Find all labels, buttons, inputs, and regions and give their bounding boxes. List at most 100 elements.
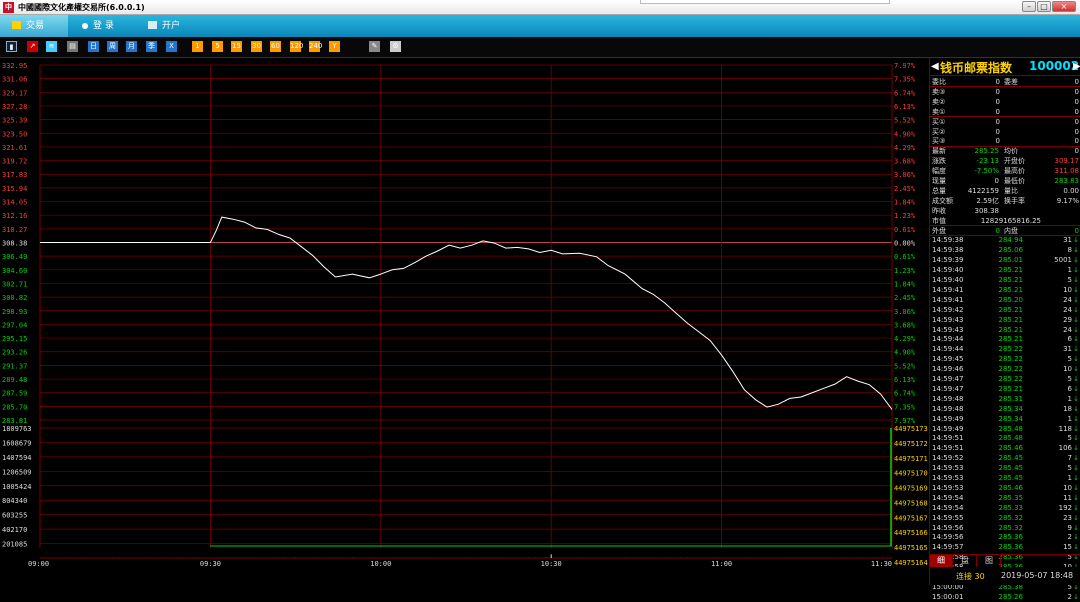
tick-time: 14:59:47 xyxy=(932,384,964,393)
stat-value-2: 309.17 xyxy=(1054,157,1080,166)
close-button[interactable]: × xyxy=(1052,1,1076,12)
tick-volume: 1 xyxy=(1067,414,1072,423)
tick-volume: 1 xyxy=(1067,394,1072,403)
tick-volume: 31 xyxy=(1063,236,1072,245)
app-logo-icon: 中 xyxy=(3,2,14,13)
price-tick-label: 317.83 xyxy=(2,171,27,179)
toolbar-button-13[interactable]: 60 xyxy=(270,41,281,52)
toolbar-button-14[interactable]: 120 xyxy=(290,41,303,52)
stat-row: 市值 12829165816.25 xyxy=(930,216,1080,226)
title-blank-field xyxy=(640,0,890,4)
toolbar-button-17[interactable]: ✎ xyxy=(369,41,380,52)
down-arrow-icon: ↓ xyxy=(1073,256,1079,265)
tick-row: 14:59:48 285.31 1 xyxy=(930,394,1080,404)
tick-row: 14:59:54 285.35 11 xyxy=(930,493,1080,503)
tick-price: 285.21 xyxy=(998,276,1024,284)
tick-time: 14:59:56 xyxy=(932,533,964,542)
volume-tick-label: 1809763 xyxy=(2,425,32,433)
tab-chart[interactable]: 图 xyxy=(978,555,1001,567)
stat-label-2: 最低价 xyxy=(1004,177,1025,185)
stat-value: 285.25 xyxy=(974,147,1000,156)
tab-orderbook[interactable]: 盘 xyxy=(954,555,977,567)
down-arrow-icon: ↓ xyxy=(1073,276,1079,284)
tick-row: 14:59:44 285.21 6 xyxy=(930,334,1080,344)
tick-time: 14:59:38 xyxy=(932,236,964,245)
time-tick-label: 11:30 xyxy=(871,560,892,568)
tick-price: 285.45 xyxy=(998,474,1024,482)
toolbar-button-9[interactable]: 1 xyxy=(192,41,203,52)
pct-tick-label: 7.97% xyxy=(894,62,916,70)
amount-tick-label: 44975168 xyxy=(894,499,928,507)
tick-volume: 24 xyxy=(1063,325,1072,334)
prev-stock-icon[interactable]: ◀ xyxy=(931,61,939,72)
toolbar-button-11[interactable]: 15 xyxy=(231,41,242,52)
stat-label: 涨跌 xyxy=(932,157,946,166)
tick-row: 14:59:47 285.22 5 xyxy=(930,374,1080,384)
down-arrow-icon: ↓ xyxy=(1073,384,1079,393)
stat-row: 现量 0 最低价 283.83 xyxy=(930,176,1080,186)
tick-volume: 29 xyxy=(1063,315,1072,324)
trade-icon xyxy=(12,21,21,29)
tick-time: 14:59:52 xyxy=(932,454,964,463)
tick-time: 14:59:56 xyxy=(932,523,964,532)
down-arrow-icon: ↓ xyxy=(1073,424,1079,433)
toolbar-button-4[interactable]: 日 xyxy=(88,41,99,52)
tick-volume: 31 xyxy=(1063,345,1072,354)
price-tick-label: 300.82 xyxy=(2,294,27,302)
tick-volume: 23 xyxy=(1063,513,1072,522)
tick-volume: 5 xyxy=(1067,375,1072,383)
tick-row: 14:59:52 285.45 7 xyxy=(930,453,1080,463)
tick-price: 285.45 xyxy=(998,454,1024,463)
toolbar-button-6[interactable]: 月 xyxy=(126,41,137,52)
toolbar-button-7[interactable]: 季 xyxy=(146,41,157,52)
tab-detail[interactable]: 细 xyxy=(930,555,953,567)
tab-open-account[interactable]: 开户 xyxy=(136,15,196,37)
tab-trade[interactable]: 交易 xyxy=(0,15,68,37)
tick-row: 14:59:49 285.34 1 xyxy=(930,414,1080,424)
tick-row: 14:59:43 285.21 24 xyxy=(930,325,1080,335)
toolbar-button-2[interactable]: ≋ xyxy=(46,41,57,52)
toolbar-button-12[interactable]: 30 xyxy=(251,41,262,52)
toolbar-button-3[interactable]: ▤ xyxy=(67,41,78,52)
toolbar-button-10[interactable]: 5 xyxy=(212,41,223,52)
pct-tick-label: 1.84% xyxy=(894,199,916,207)
toolbar-button-16[interactable]: Y xyxy=(329,41,340,52)
minimize-button[interactable]: – xyxy=(1022,1,1036,12)
volume-bars xyxy=(45,428,893,558)
down-arrow-icon: ↓ xyxy=(1073,483,1079,492)
down-arrow-icon: ↓ xyxy=(1073,404,1079,413)
tick-price: 285.20 xyxy=(998,295,1024,304)
amount-tick-label: 44975173 xyxy=(894,425,928,433)
tick-price: 285.21 xyxy=(998,315,1024,324)
toolbar-button-1[interactable]: ↗ xyxy=(27,41,38,52)
tick-time: 14:59:53 xyxy=(932,464,964,473)
next-stock-icon[interactable]: ▶ xyxy=(1073,61,1080,72)
tick-price: 285.06 xyxy=(998,246,1024,255)
down-arrow-icon: ↓ xyxy=(1073,474,1079,482)
toolbar-button-18[interactable]: ⚙ xyxy=(390,41,401,52)
tick-time: 14:59:47 xyxy=(932,375,964,383)
maximize-button[interactable]: □ xyxy=(1037,1,1051,12)
tick-volume: 106 xyxy=(1058,444,1072,453)
tick-row: 14:59:39 285.01 5001 xyxy=(930,255,1080,265)
down-arrow-icon: ↓ xyxy=(1073,533,1079,542)
tick-volume: 15 xyxy=(1063,543,1072,552)
toolbar-button-15[interactable]: 240 xyxy=(309,41,322,52)
volume-tick-label: 1407594 xyxy=(2,454,32,462)
price-tick-label: 297.04 xyxy=(2,321,27,329)
down-arrow-icon: ↓ xyxy=(1073,325,1079,334)
toolbar-button-8[interactable]: X xyxy=(166,41,177,52)
sell-level-price: 0 xyxy=(995,97,1000,106)
tick-time: 14:59:48 xyxy=(932,394,964,403)
price-grid xyxy=(39,64,893,548)
stat-row: 幅度 -7.50% 最高价 311.08 xyxy=(930,166,1080,176)
toolbar-button-5[interactable]: 周 xyxy=(107,41,118,52)
pct-tick-label: 6.13% xyxy=(894,103,916,111)
sell-level-volume: 0 xyxy=(1074,97,1079,106)
tick-volume: 5 xyxy=(1067,434,1072,443)
toolbar-button-0[interactable]: ▮ xyxy=(6,41,17,52)
stat-value-2: 311.08 xyxy=(1054,167,1080,176)
tick-row: 14:59:43 285.21 29 xyxy=(930,315,1080,325)
tab-login[interactable]: 登 录 xyxy=(70,15,134,37)
tab-open-account-label: 开户 xyxy=(162,21,181,31)
